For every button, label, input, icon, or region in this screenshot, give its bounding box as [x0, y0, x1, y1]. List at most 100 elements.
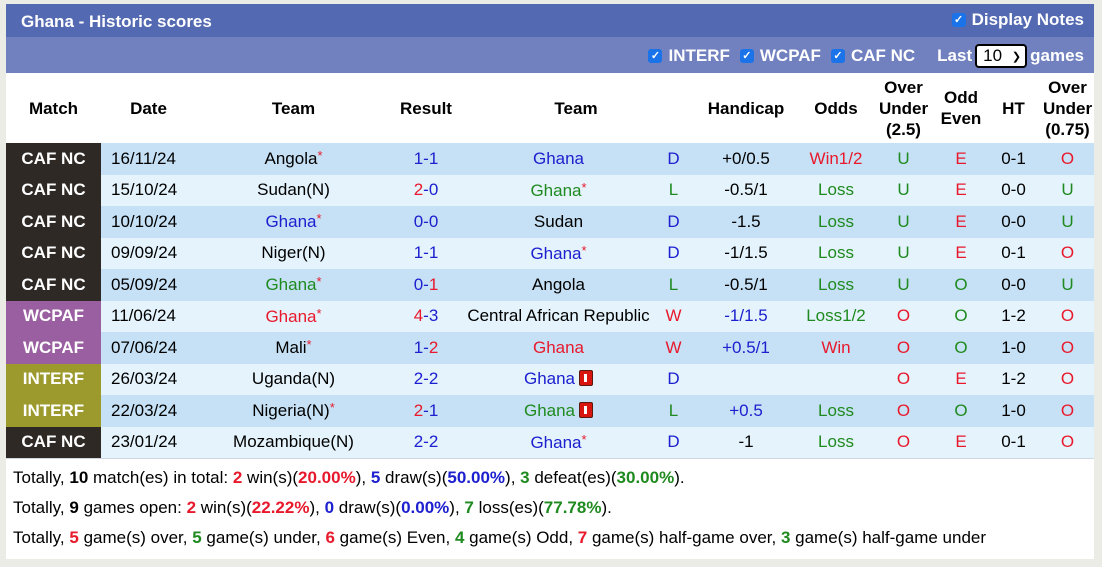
away-team-name[interactable]: Ghana: [530, 433, 581, 452]
home-score: 0: [413, 211, 424, 231]
league-badge[interactable]: CAF NC: [6, 143, 101, 175]
last-games-select[interactable]: 10 ❯: [975, 44, 1028, 68]
filter-wcpaf[interactable]: ✓ WCPAF: [739, 46, 821, 66]
away-team-name[interactable]: Ghana: [533, 149, 584, 168]
home-team-cell[interactable]: Niger(N): [196, 237, 391, 269]
away-team-cell[interactable]: Sudan: [461, 206, 656, 238]
league-badge[interactable]: CAF NC: [6, 206, 101, 238]
home-score: 4: [413, 306, 424, 326]
home-team-name[interactable]: Nigeria(N): [252, 401, 329, 420]
summary-value: 3: [520, 468, 530, 487]
home-team-cell[interactable]: Ghana*: [196, 206, 391, 238]
home-score: 1: [413, 148, 424, 168]
result-cell[interactable]: 2-2: [391, 363, 461, 395]
over-under-2-5: U: [871, 206, 936, 238]
away-team-name[interactable]: Ghana: [524, 401, 575, 420]
away-team-name[interactable]: Sudan: [534, 212, 583, 231]
handicap-value: +0.5/1: [691, 332, 801, 364]
away-team-name[interactable]: Ghana: [530, 181, 581, 200]
result-cell[interactable]: 1-2: [391, 332, 461, 364]
league-badge[interactable]: WCPAF: [6, 332, 101, 364]
away-score: 0: [428, 180, 439, 200]
display-notes-toggle[interactable]: ✓ Display Notes: [951, 10, 1084, 30]
over-under-0-75: O: [1041, 395, 1094, 427]
home-team-name[interactable]: Ghana: [265, 212, 316, 231]
home-team-cell[interactable]: Uganda(N): [196, 363, 391, 395]
league-badge[interactable]: CAF NC: [6, 426, 101, 458]
home-marker-icon: *: [316, 305, 322, 321]
league-badge[interactable]: CAF NC: [6, 174, 101, 206]
away-team-name[interactable]: Angola: [532, 275, 585, 294]
home-team-name[interactable]: Ghana: [265, 307, 316, 326]
filter-interf[interactable]: ✓ INTERF: [648, 46, 730, 66]
home-team-cell[interactable]: Mozambique(N): [196, 426, 391, 458]
away-team-name[interactable]: Ghana: [524, 369, 575, 388]
home-score: 2: [413, 432, 424, 452]
home-team-cell[interactable]: Sudan(N): [196, 174, 391, 206]
summary-line: Totally, 5 game(s) over, 5 game(s) under…: [13, 523, 1087, 553]
summary-value: 0.00%: [401, 498, 450, 517]
league-badge[interactable]: WCPAF: [6, 300, 101, 332]
away-team-cell[interactable]: Ghana*: [461, 174, 656, 206]
result-cell[interactable]: 2-0: [391, 174, 461, 206]
title-bar: Ghana - Historic scores ✓ Display Notes: [6, 4, 1094, 37]
match-date: 09/09/24: [101, 237, 196, 269]
filter-label: INTERF: [668, 46, 730, 65]
away-team-cell[interactable]: Ghana*: [461, 237, 656, 269]
home-team-cell[interactable]: Ghana*: [196, 300, 391, 332]
odds-result: Loss: [801, 426, 871, 458]
over-under-2-5: U: [871, 237, 936, 269]
away-team-cell[interactable]: Angola: [461, 269, 656, 301]
league-badge[interactable]: CAF NC: [6, 237, 101, 269]
checkbox-checked-icon[interactable]: ✓: [739, 49, 754, 63]
home-team-name[interactable]: Ghana: [265, 275, 316, 294]
table-row: INTERF 26/03/24 Uganda(N) 2-2 Ghana D O E 1-2 O: [6, 363, 1094, 395]
league-badge[interactable]: CAF NC: [6, 269, 101, 301]
away-team-name[interactable]: Ghana: [530, 244, 581, 263]
half-time-score: 0-1: [986, 143, 1041, 175]
league-badge[interactable]: INTERF: [6, 395, 101, 427]
away-team-cell[interactable]: Central African Republic: [461, 300, 656, 332]
league-badge[interactable]: INTERF: [6, 363, 101, 395]
handicap-value: -1/1.5: [691, 300, 801, 332]
filter-caf-nc[interactable]: ✓ CAF NC: [830, 46, 915, 66]
checkbox-checked-icon[interactable]: ✓: [648, 49, 663, 63]
checkbox-checked-icon[interactable]: ✓: [830, 49, 845, 63]
result-cell[interactable]: 1-1: [391, 143, 461, 175]
odd-even: E: [936, 237, 986, 269]
header-line: Even: [940, 109, 982, 128]
home-marker-icon: *: [306, 337, 312, 353]
scores-table: Match Date Team Result Team Handicap Odd…: [6, 73, 1094, 458]
away-team-cell[interactable]: Ghana*: [461, 426, 656, 458]
header-line: Odd: [944, 88, 978, 107]
result-cell[interactable]: 1-1: [391, 237, 461, 269]
away-team-cell[interactable]: Ghana: [461, 395, 656, 427]
home-team-name[interactable]: Mali: [275, 338, 306, 357]
half-time-score: 1-2: [986, 363, 1041, 395]
home-team-cell[interactable]: Ghana*: [196, 269, 391, 301]
away-team-cell[interactable]: Ghana: [461, 363, 656, 395]
home-team-cell[interactable]: Angola*: [196, 143, 391, 175]
home-team-name[interactable]: Uganda(N): [252, 369, 335, 388]
home-team-name[interactable]: Sudan(N): [257, 180, 330, 199]
away-team-cell[interactable]: Ghana: [461, 143, 656, 175]
header-line: Over: [884, 77, 923, 97]
home-team-cell[interactable]: Mali*: [196, 332, 391, 364]
handicap-value: -0.5/1: [691, 269, 801, 301]
result-cell[interactable]: 2-2: [391, 426, 461, 458]
over-under-0-75: O: [1041, 332, 1094, 364]
home-team-name[interactable]: Angola: [265, 149, 318, 168]
home-team-name[interactable]: Mozambique(N): [233, 432, 354, 451]
over-under-2-5: U: [871, 269, 936, 301]
away-team-cell[interactable]: Ghana: [461, 332, 656, 364]
result-cell[interactable]: 2-1: [391, 395, 461, 427]
home-team-cell[interactable]: Nigeria(N)*: [196, 395, 391, 427]
away-team-name[interactable]: Central African Republic: [467, 306, 649, 325]
away-team-name[interactable]: Ghana: [533, 338, 584, 357]
result-cell[interactable]: 0-1: [391, 269, 461, 301]
result-cell[interactable]: 0-0: [391, 206, 461, 238]
checkbox-checked-icon[interactable]: ✓: [951, 13, 966, 27]
result-cell[interactable]: 4-3: [391, 300, 461, 332]
home-marker-icon: *: [317, 148, 323, 164]
home-team-name[interactable]: Niger(N): [261, 243, 325, 262]
